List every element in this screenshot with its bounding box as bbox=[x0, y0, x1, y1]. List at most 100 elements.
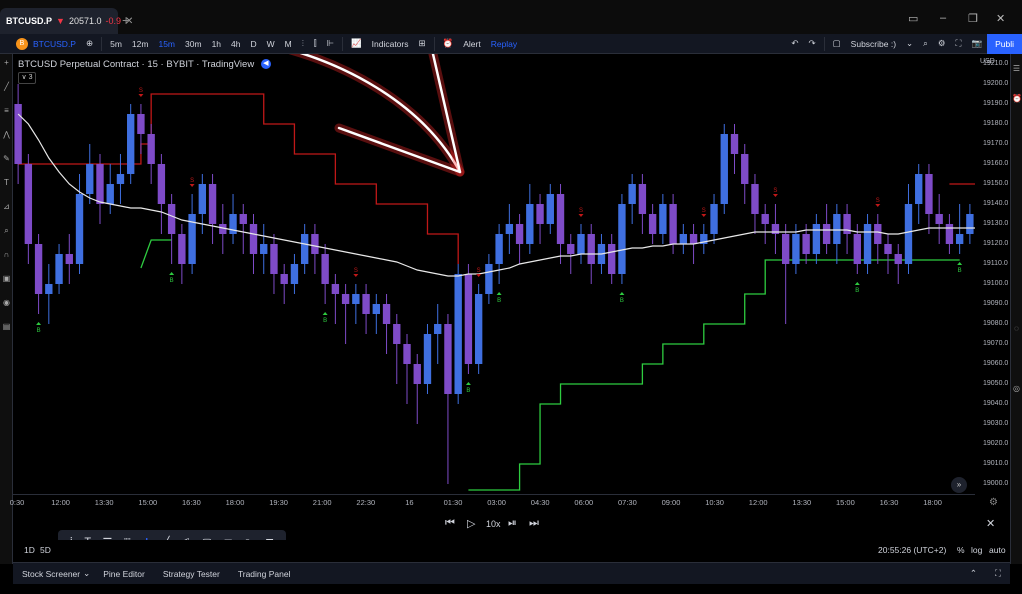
crosshair-icon[interactable]: + bbox=[2, 58, 11, 67]
search-icon[interactable]: ⌕ bbox=[918, 38, 933, 49]
layout-square-icon[interactable]: ▢ bbox=[828, 38, 846, 49]
fullscreen-icon[interactable]: ⛶ bbox=[951, 38, 967, 49]
timeframe-4h[interactable]: 4h bbox=[226, 39, 245, 49]
legend-badge-icon[interactable]: ◀ bbox=[260, 59, 271, 70]
maximize-button[interactable]: ❐ bbox=[968, 12, 978, 25]
range-1d[interactable]: 1D bbox=[24, 545, 35, 555]
timeframe-1h[interactable]: 1h bbox=[207, 39, 226, 49]
trash-icon[interactable]: ▤ bbox=[2, 322, 11, 331]
eye-icon[interactable]: ◉ bbox=[2, 298, 11, 307]
log-scale-toggle[interactable]: log bbox=[971, 545, 982, 555]
maximize-panel-icon[interactable]: ⛶ bbox=[986, 568, 1010, 579]
chart-pane[interactable]: B B B B B B B B S S S S S S S S bbox=[13, 37, 1022, 494]
alert-icon[interactable]: ⏰ bbox=[438, 38, 459, 49]
tab-strategy-tester[interactable]: Strategy Tester bbox=[154, 569, 229, 579]
window-close-button[interactable]: ✕ bbox=[996, 12, 1005, 25]
camera-icon[interactable]: 📷 bbox=[967, 38, 988, 49]
candle-body bbox=[474, 294, 483, 364]
alert-button[interactable]: Alert bbox=[458, 39, 485, 49]
settings-gear-icon[interactable]: ⚙ bbox=[933, 38, 951, 49]
price-axis[interactable]: 19210.0 19200.0 19190.0 19180.0 19170.0 19160… bbox=[975, 54, 1010, 494]
time-label: 22:30 bbox=[356, 498, 376, 507]
candle-body bbox=[239, 214, 247, 224]
undo-button[interactable]: ↶ bbox=[786, 38, 803, 49]
trend-line-icon[interactable]: ╱ bbox=[2, 82, 11, 91]
replay-step-back-button[interactable]: ⏮ bbox=[445, 517, 455, 530]
chat-icon[interactable]: ◌ bbox=[1012, 324, 1021, 333]
time-label: 15:00 bbox=[836, 498, 855, 507]
trailing-stop-up-line bbox=[468, 259, 960, 491]
brush-icon[interactable]: ✎ bbox=[2, 154, 11, 163]
bars-icon[interactable]: ⊩ bbox=[322, 38, 339, 49]
screener-dropdown-icon[interactable]: ⌄ bbox=[83, 568, 90, 579]
replay-step-forward-button[interactable]: ⏯ bbox=[508, 517, 517, 530]
buy-signal-arrow bbox=[322, 312, 328, 315]
tab-trading-panel[interactable]: Trading Panel bbox=[229, 569, 300, 579]
price-chart[interactable]: B B B B B B B B S S S S S S S S bbox=[13, 37, 1022, 494]
time-label: 09:00 bbox=[661, 498, 681, 507]
chart-legend: BTCUSD Perpetual Contract · 15 · BYBIT ·… bbox=[18, 59, 271, 70]
replay-play-button[interactable]: ▷ bbox=[467, 517, 475, 530]
candle-body bbox=[751, 184, 759, 214]
monitor-icon[interactable]: ▭ bbox=[908, 12, 918, 25]
timeframe-m[interactable]: M bbox=[280, 39, 297, 49]
candles-icon[interactable]: ⫿ bbox=[309, 38, 322, 49]
buy-signal-label: B bbox=[958, 268, 962, 274]
ideas-icon[interactable]: ◎ bbox=[1012, 384, 1021, 393]
scroll-to-realtime-button[interactable]: » bbox=[951, 477, 967, 493]
zoom-icon[interactable]: ⌕ bbox=[2, 226, 11, 236]
axis-settings-icon[interactable]: ⚙ bbox=[989, 497, 998, 508]
candle-body bbox=[45, 284, 53, 294]
layout-name-button[interactable]: Subscribe :) bbox=[846, 39, 901, 49]
candle-body bbox=[955, 234, 964, 244]
compare-symbol-icon[interactable]: ⊕ bbox=[81, 38, 98, 49]
timeframe-w[interactable]: W bbox=[262, 39, 280, 49]
lock-icon[interactable]: ▣ bbox=[2, 274, 11, 283]
candle-body bbox=[802, 234, 810, 254]
toolbar-divider bbox=[342, 36, 344, 51]
fib-icon[interactable]: ≡ bbox=[2, 106, 11, 115]
browser-tab[interactable]: BTCUSD.P ▼ 20571.0 -0.9 ✕ bbox=[0, 8, 133, 34]
auto-scale-toggle[interactable]: auto bbox=[989, 545, 1006, 555]
pattern-icon[interactable]: ⋀ bbox=[2, 130, 11, 139]
time-axis[interactable]: 0:30 12:00 13:30 15:00 16:30 18:00 19:30 21:00 2… bbox=[10, 494, 975, 510]
replay-close-button[interactable]: ✕ bbox=[986, 517, 995, 530]
layout-grid-icon[interactable]: ⊞ bbox=[414, 38, 431, 49]
buy-signal-arrow bbox=[465, 382, 471, 385]
replay-speed[interactable]: 10x bbox=[486, 519, 501, 529]
timeframe-d[interactable]: D bbox=[246, 39, 262, 49]
replay-button[interactable]: Replay bbox=[486, 39, 522, 49]
sell-signal-arrow bbox=[578, 214, 584, 217]
price-label: 19120.0 bbox=[983, 240, 1009, 247]
replay-to-end-button[interactable]: ⏭ bbox=[529, 517, 539, 530]
timeframe-15m[interactable]: 15m bbox=[153, 39, 180, 49]
chart-style-icon[interactable]: ⫶ bbox=[297, 38, 309, 49]
chevron-down-icon[interactable]: ⌄ bbox=[901, 38, 918, 49]
tab-stock-screener[interactable]: Stock Screener bbox=[13, 569, 89, 579]
collapse-panel-icon[interactable]: ⌃ bbox=[961, 568, 986, 579]
text-icon[interactable]: T bbox=[2, 178, 11, 187]
tab-pine-editor[interactable]: Pine Editor bbox=[94, 569, 154, 579]
indicators-icon[interactable]: 📈 bbox=[346, 38, 367, 49]
timeframe-30m[interactable]: 30m bbox=[180, 39, 207, 49]
timeframe-12m[interactable]: 12m bbox=[127, 39, 154, 49]
indicator-collapse-button[interactable]: ∨ 3 bbox=[18, 72, 36, 84]
timeframe-5m[interactable]: 5m bbox=[105, 39, 127, 49]
symbol-search-button[interactable]: BTCUSD.P bbox=[28, 39, 81, 49]
new-tab-button[interactable]: + bbox=[122, 12, 130, 28]
indicators-button[interactable]: Indicators bbox=[367, 39, 414, 49]
currency-label[interactable]: USD bbox=[980, 58, 995, 65]
measure-icon[interactable]: ⊿ bbox=[2, 202, 11, 211]
candle-body bbox=[577, 234, 585, 254]
magnet-icon[interactable]: ∩ bbox=[2, 250, 11, 259]
candle-body bbox=[321, 254, 329, 284]
range-5d[interactable]: 5D bbox=[40, 545, 51, 555]
redo-button[interactable]: ↷ bbox=[804, 38, 821, 49]
clock[interactable]: 20:55:26 (UTC+2) bbox=[878, 545, 946, 555]
publish-button[interactable]: Publi bbox=[987, 33, 1022, 54]
watchlist-icon[interactable]: ☰ bbox=[1012, 64, 1021, 73]
percent-scale-toggle[interactable]: % bbox=[957, 545, 965, 555]
candle-body bbox=[792, 234, 800, 264]
alerts-panel-icon[interactable]: ⏰ bbox=[1012, 94, 1022, 103]
minimize-button[interactable]: – bbox=[940, 12, 946, 24]
